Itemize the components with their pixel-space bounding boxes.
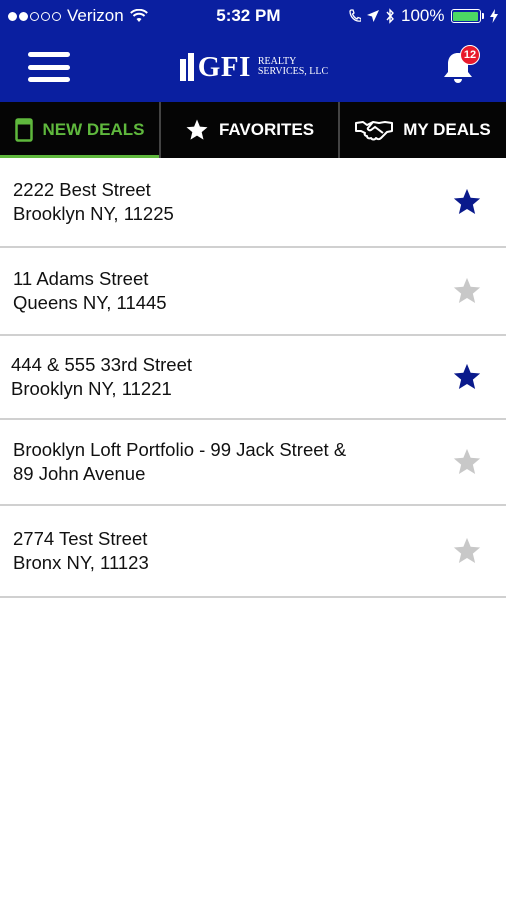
- building-logo-icon: [179, 53, 194, 81]
- deal-address: 11 Adams Street Queens NY, 11445: [13, 268, 167, 313]
- app-header: GFI REALTY SERVICES, LLC 12: [0, 32, 506, 102]
- charging-icon: [490, 9, 498, 23]
- tab-bar: NEW DEALS FAVORITES MY DEALS: [0, 102, 506, 158]
- tab-label: NEW DEALS: [42, 120, 145, 139]
- deal-row[interactable]: 444 & 555 33rd Street Brooklyn NY, 11221: [0, 336, 506, 420]
- wifi-icon: [129, 9, 148, 22]
- deal-row[interactable]: Brooklyn Loft Portfolio - 99 Jack Street…: [0, 420, 506, 506]
- deal-address: 2222 Best Street Brooklyn NY, 11225: [13, 179, 174, 224]
- carrier-label: Verizon: [67, 6, 124, 25]
- tab-favorites[interactable]: FAVORITES: [159, 102, 338, 158]
- favorite-star-icon[interactable]: [452, 362, 482, 392]
- notifications-button[interactable]: 12: [438, 45, 480, 87]
- tab-my-deals[interactable]: MY DEALS: [338, 102, 506, 158]
- status-bar: Verizon 5:32 PM 100%: [0, 0, 506, 32]
- tab-label: MY DEALS: [403, 120, 491, 139]
- signal-strength-icon: [8, 11, 61, 21]
- deal-row[interactable]: 2774 Test Street Bronx NY, 11123: [0, 506, 506, 598]
- deal-address: 444 & 555 33rd Street Brooklyn NY, 11221: [11, 354, 193, 399]
- favorite-star-icon[interactable]: [452, 447, 482, 477]
- tablet-icon: [14, 118, 33, 142]
- logo-text: GFI: [197, 50, 251, 83]
- battery-icon: [450, 9, 484, 23]
- menu-icon[interactable]: [28, 52, 70, 82]
- location-arrow-icon: [367, 10, 380, 22]
- deal-row[interactable]: 2222 Best Street Brooklyn NY, 11225: [0, 158, 506, 248]
- favorite-star-icon[interactable]: [452, 187, 482, 217]
- notification-badge: 12: [459, 45, 480, 65]
- app-screen: Verizon 5:32 PM 100% GFI REALTY SERVICES…: [0, 0, 506, 900]
- star-icon: [186, 119, 208, 140]
- tab-new-deals[interactable]: NEW DEALS: [0, 102, 159, 158]
- handshake-icon: [355, 121, 394, 141]
- clock: 5:32 PM: [216, 6, 281, 25]
- battery-percent: 100%: [401, 6, 445, 25]
- favorite-star-icon[interactable]: [452, 536, 482, 566]
- logo-subtext: REALTY SERVICES, LLC: [257, 56, 329, 77]
- gfi-logo: GFI REALTY SERVICES, LLC: [179, 50, 329, 84]
- deal-address: 2774 Test Street Bronx NY, 11123: [13, 528, 149, 573]
- phone-icon: [349, 9, 362, 22]
- favorite-star-icon[interactable]: [452, 276, 482, 306]
- tab-label: FAVORITES: [218, 120, 315, 139]
- deal-address: Brooklyn Loft Portfolio - 99 Jack Street…: [13, 439, 347, 484]
- bluetooth-icon: [386, 8, 394, 24]
- deals-list: 2222 Best Street Brooklyn NY, 11225 11 A…: [0, 158, 506, 598]
- deal-row[interactable]: 11 Adams Street Queens NY, 11445: [0, 248, 506, 336]
